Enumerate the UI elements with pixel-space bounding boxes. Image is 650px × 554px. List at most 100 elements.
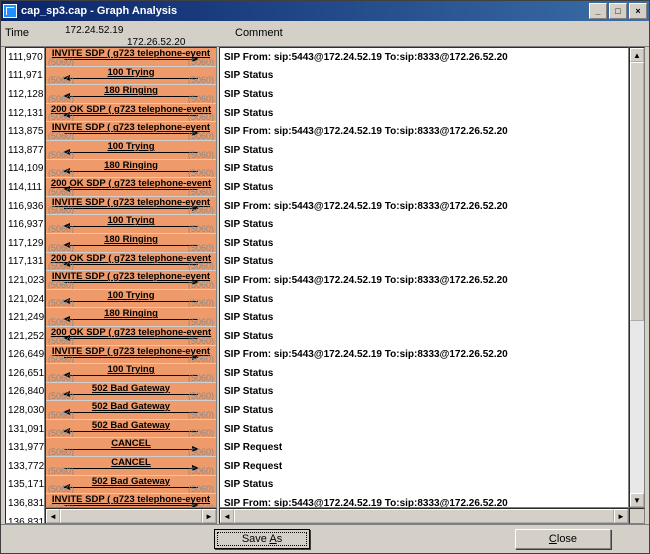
comment-cell[interactable]: SIP Status — [220, 253, 628, 272]
graph-cell[interactable]: INVITE SDP ( g723 telephone-event(5060)(… — [46, 197, 216, 216]
graph-cell[interactable]: 200 OK SDP ( g723 telephone-event(5060)(… — [46, 253, 216, 272]
comment-cell[interactable]: SIP From: sip:5443@172.24.52.19 To:sip:8… — [220, 494, 628, 508]
graph-cell[interactable]: CANCEL(5060)(5060) — [46, 438, 216, 457]
graph-cell[interactable]: 200 OK SDP ( g723 telephone-event(5060)(… — [46, 327, 216, 346]
scroll-down-icon[interactable]: ▼ — [630, 493, 644, 507]
vscroll-track[interactable] — [630, 62, 644, 493]
graph-cell[interactable]: 200 OK SDP ( g723 telephone-event(5060)(… — [46, 104, 216, 123]
time-cell[interactable]: 135,171 — [6, 476, 44, 495]
comment-cell[interactable]: SIP Request — [220, 438, 628, 457]
arrow-left-icon — [64, 487, 198, 488]
comment-vscroll[interactable]: ▲ ▼ — [629, 47, 645, 508]
graph-cell[interactable]: 180 Ringing(5060)(5060) — [46, 85, 216, 104]
scroll-left-icon[interactable]: ◄ — [220, 509, 234, 523]
graph-cell[interactable]: 100 Trying(5060)(5060) — [46, 290, 216, 309]
comment-cell[interactable]: SIP From: sip:5443@172.24.52.19 To:sip:8… — [220, 271, 628, 290]
graph-cell[interactable]: INVITE SDP ( g723 telephone-event(5060)(… — [46, 494, 216, 508]
close-button[interactable]: × — [629, 3, 647, 19]
scroll-up-icon[interactable]: ▲ — [630, 48, 644, 62]
time-cell[interactable]: 121,252 — [6, 327, 44, 346]
graph-cell[interactable]: 502 Bad Gateway(5060)(5060) — [46, 383, 216, 402]
minimize-button[interactable]: _ — [589, 3, 607, 19]
comment-cell[interactable]: SIP Status — [220, 401, 628, 420]
graph-cell[interactable]: 100 Trying(5060)(5060) — [46, 67, 216, 86]
graph-cell[interactable]: 100 Trying(5060)(5060) — [46, 364, 216, 383]
comment-cell[interactable]: SIP Status — [220, 364, 628, 383]
graph-cell[interactable]: INVITE SDP ( g723 telephone-event(5060)(… — [46, 122, 216, 141]
maximize-button[interactable]: □ — [609, 3, 627, 19]
graph-cell[interactable]: 502 Bad Gateway(5060)(5060) — [46, 476, 216, 495]
graph-cell[interactable]: 502 Bad Gateway(5060)(5060) — [46, 401, 216, 420]
comment-cell[interactable]: SIP Status — [220, 141, 628, 160]
graph-cell[interactable]: 502 Bad Gateway(5060)(5060) — [46, 420, 216, 439]
port-label: (5060) — [48, 150, 74, 160]
time-cell[interactable]: 121,024 — [6, 290, 44, 309]
time-cell[interactable]: 116,936 — [6, 197, 44, 216]
time-cell[interactable]: 126,649 — [6, 346, 44, 365]
graph-cell[interactable]: 180 Ringing(5060)(5060) — [46, 308, 216, 327]
time-cell[interactable]: 126,651 — [6, 364, 44, 383]
graph-cell[interactable]: 100 Trying(5060)(5060) — [46, 141, 216, 160]
scroll-right-icon[interactable]: ► — [614, 509, 628, 523]
graph-cell[interactable]: 180 Ringing(5060)(5060) — [46, 160, 216, 179]
time-cell[interactable]: 131,091 — [6, 420, 44, 439]
graph-cell[interactable]: INVITE SDP ( g723 telephone-event(5060)(… — [46, 48, 216, 67]
save-as-button[interactable]: Save As — [214, 529, 310, 549]
time-cell[interactable]: 136,831 — [6, 513, 44, 524]
graph-cell[interactable]: INVITE SDP ( g723 telephone-event(5060)(… — [46, 271, 216, 290]
hscroll-thumb[interactable] — [60, 509, 202, 523]
comment-cell[interactable]: SIP Status — [220, 85, 628, 104]
comment-cell[interactable]: SIP Status — [220, 308, 628, 327]
time-cell[interactable]: 112,131 — [6, 104, 44, 123]
graph-cell[interactable]: 200 OK SDP ( g723 telephone-event(5060)(… — [46, 178, 216, 197]
hscroll-track[interactable] — [60, 509, 202, 523]
comment-cell[interactable]: SIP Status — [220, 178, 628, 197]
time-cell[interactable]: 111,970 — [6, 48, 44, 67]
time-cell[interactable]: 117,129 — [6, 234, 44, 253]
comment-cell[interactable]: SIP Status — [220, 160, 628, 179]
comment-cell[interactable]: SIP Status — [220, 215, 628, 234]
time-cell[interactable]: 114,109 — [6, 160, 44, 179]
comment-cell[interactable]: SIP From: sip:5443@172.24.52.19 To:sip:8… — [220, 48, 628, 67]
time-cell[interactable]: 121,023 — [6, 271, 44, 290]
hscroll-thumb[interactable] — [234, 509, 614, 523]
time-cell[interactable]: 114,111 — [6, 178, 44, 197]
comment-cell[interactable]: SIP From: sip:5443@172.24.52.19 To:sip:8… — [220, 197, 628, 216]
graph-column: INVITE SDP ( g723 telephone-event(5060)(… — [45, 47, 217, 524]
time-cell[interactable]: 136,831 — [6, 494, 44, 513]
comment-cell[interactable]: SIP Status — [220, 383, 628, 402]
comment-cell[interactable]: SIP Status — [220, 67, 628, 86]
scroll-right-icon[interactable]: ► — [202, 509, 216, 523]
time-cell[interactable]: 112,128 — [6, 85, 44, 104]
graph-cell[interactable]: 100 Trying(5060)(5060) — [46, 215, 216, 234]
time-cell[interactable]: 117,131 — [6, 253, 44, 272]
hscroll-track[interactable] — [234, 509, 614, 523]
comment-cell[interactable]: SIP Status — [220, 234, 628, 253]
comment-cell[interactable]: SIP Request — [220, 457, 628, 476]
comment-cell[interactable]: SIP From: sip:5443@172.24.52.19 To:sip:8… — [220, 122, 628, 141]
time-cell[interactable]: 113,877 — [6, 141, 44, 160]
graph-hscroll[interactable]: ◄ ► — [45, 508, 217, 524]
graph-cell[interactable]: 180 Ringing(5060)(5060) — [46, 234, 216, 253]
comment-cell[interactable]: SIP From: sip:5443@172.24.52.19 To:sip:8… — [220, 346, 628, 365]
comment-cell[interactable]: SIP Status — [220, 327, 628, 346]
comment-cell[interactable]: SIP Status — [220, 104, 628, 123]
comment-cell[interactable]: SIP Status — [220, 476, 628, 495]
port-label: (5060) — [188, 112, 214, 122]
scroll-left-icon[interactable]: ◄ — [46, 509, 60, 523]
graph-cell[interactable]: CANCEL(5060)(5060) — [46, 457, 216, 476]
close-dialog-button[interactable]: Close — [515, 529, 611, 549]
time-cell[interactable]: 116,937 — [6, 215, 44, 234]
time-cell[interactable]: 126,840 — [6, 383, 44, 402]
time-cell[interactable]: 121,249 — [6, 308, 44, 327]
time-cell[interactable]: 113,875 — [6, 122, 44, 141]
comment-cell[interactable]: SIP Status — [220, 420, 628, 439]
time-cell[interactable]: 128,030 — [6, 401, 44, 420]
time-cell[interactable]: 133,772 — [6, 457, 44, 476]
graph-cell[interactable]: INVITE SDP ( g723 telephone-event(5060)(… — [46, 346, 216, 365]
time-cell[interactable]: 111,971 — [6, 67, 44, 86]
comment-hscroll[interactable]: ◄ ► — [219, 508, 629, 524]
vscroll-thumb[interactable] — [630, 62, 644, 321]
time-cell[interactable]: 131,977 — [6, 438, 44, 457]
comment-cell[interactable]: SIP Status — [220, 290, 628, 309]
